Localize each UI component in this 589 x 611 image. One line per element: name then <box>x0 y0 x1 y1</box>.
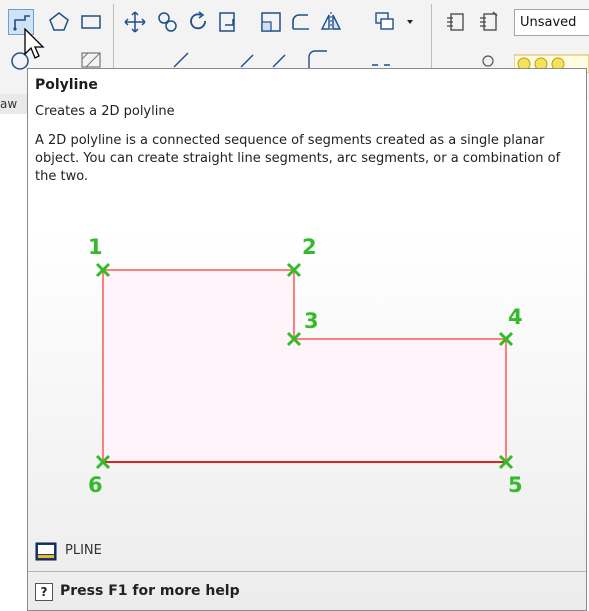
polygon-button[interactable] <box>46 9 72 35</box>
vertex-label-3: 3 <box>304 309 319 333</box>
vertex-label-5: 5 <box>508 473 523 494</box>
vertex-label-4: 4 <box>508 305 523 329</box>
polyline-diagram: 1 2 3 4 5 6 <box>88 235 523 494</box>
layer-properties-button[interactable] <box>476 9 502 35</box>
tooltip-subtitle: Creates a 2D polyline <box>35 104 175 119</box>
rectangle-icon <box>81 15 101 29</box>
mirror-button[interactable] <box>318 9 344 35</box>
polyline-fill <box>103 270 506 462</box>
help-icon: ? <box>35 583 53 601</box>
draw-panel-tab[interactable]: aw <box>0 94 27 114</box>
tooltip-divider <box>28 571 586 572</box>
polygon-icon <box>49 12 69 31</box>
stretch-icon <box>261 12 281 32</box>
command-icon <box>35 542 57 561</box>
rectangle-button[interactable] <box>78 9 104 35</box>
tooltip-title: Polyline <box>35 77 98 93</box>
copy-button[interactable] <box>155 9 181 35</box>
mirror-icon <box>320 12 342 32</box>
left-strip <box>0 114 27 611</box>
scale-button[interactable] <box>215 9 241 35</box>
fillet-icon <box>292 14 309 30</box>
rotate-icon <box>190 11 206 30</box>
layer-states-icon <box>447 13 464 31</box>
tooltip-description: A 2D polyline is a connected sequence of… <box>35 133 561 184</box>
scale-icon <box>219 12 235 32</box>
rotate-button[interactable] <box>185 9 211 35</box>
named-view-select[interactable]: Unsaved <box>514 9 589 36</box>
move-icon <box>124 11 146 33</box>
mouse-pointer-icon <box>24 28 45 59</box>
command-tooltip: Polyline Creates a 2D polyline A 2D poly… <box>27 68 587 611</box>
stretch-button[interactable] <box>258 9 284 35</box>
array-icon <box>375 12 413 30</box>
layer-states-button[interactable] <box>443 9 469 35</box>
help-text: Press F1 for more help <box>60 583 240 599</box>
vertex-label-1: 1 <box>88 235 103 259</box>
vertex-label-2: 2 <box>302 235 317 259</box>
layer-properties-icon <box>480 11 498 31</box>
vertex-label-6: 6 <box>88 473 103 494</box>
fillet-button[interactable] <box>288 9 314 35</box>
command-name: PLINE <box>65 543 102 558</box>
array-dropdown[interactable] <box>372 9 422 35</box>
move-button[interactable] <box>122 9 148 35</box>
copy-icon <box>158 12 177 32</box>
